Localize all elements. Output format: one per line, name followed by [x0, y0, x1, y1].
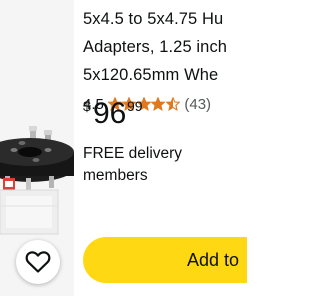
heart-outline-icon	[25, 251, 51, 273]
star-icon	[151, 97, 166, 111]
product-card: 5x4.5 to 5x4.75 Hu Adapters, 1.25 inch 5…	[0, 0, 247, 296]
review-count[interactable]: (43)	[184, 96, 211, 113]
delivery-text: members	[83, 167, 148, 184]
price-whole: 96	[93, 97, 127, 130]
price-fraction: 99	[127, 98, 143, 114]
product-title-line[interactable]: 5x4.5 to 5x4.75 Hu	[83, 9, 223, 29]
star-icon	[165, 97, 180, 111]
add-to-cart-button[interactable]: Add to	[83, 237, 247, 283]
add-to-cart-label: Add to	[187, 249, 240, 270]
product-title-line[interactable]: 5x120.65mm Whe	[83, 65, 218, 85]
product-title-line[interactable]: Adapters, 1.25 inch	[83, 37, 227, 57]
price-currency-symbol: $	[83, 98, 91, 114]
wishlist-button[interactable]	[16, 240, 60, 284]
delivery-text: FREE delivery	[83, 145, 183, 162]
